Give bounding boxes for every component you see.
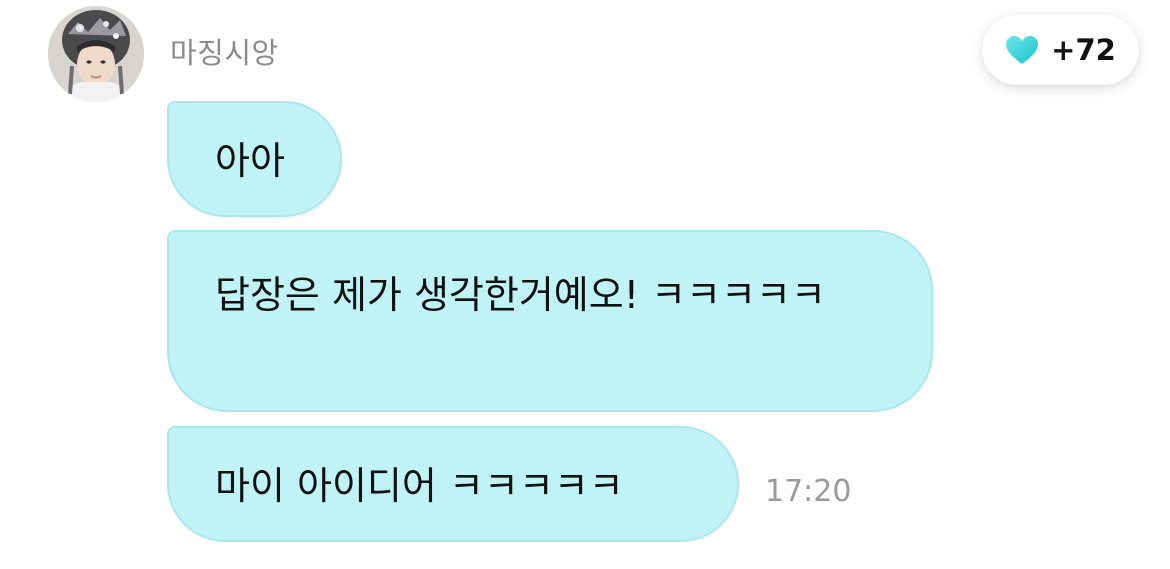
message-text: 마이 아이디어 ㅋㅋㅋㅋㅋ [215,464,624,508]
message-text: 아아 [215,139,285,183]
heart-icon [1005,35,1039,65]
like-count: +72 [1051,33,1116,67]
avatar-photo [48,6,144,102]
message-bubble[interactable]: 아아 [167,101,342,217]
message-bubble[interactable]: 답장은 제가 생각한거예오! ㅋㅋㅋㅋㅋ [167,230,933,412]
sender-name: 마징시앙 [170,36,279,70]
message-text: 답장은 제가 생각한거예오! ㅋㅋㅋㅋㅋ [215,273,826,317]
message-bubble[interactable]: 마이 아이디어 ㅋㅋㅋㅋㅋ [167,426,739,542]
sender-avatar[interactable] [48,6,144,102]
like-reaction-button[interactable]: +72 [982,15,1139,85]
message-timestamp: 17:20 [765,474,852,509]
